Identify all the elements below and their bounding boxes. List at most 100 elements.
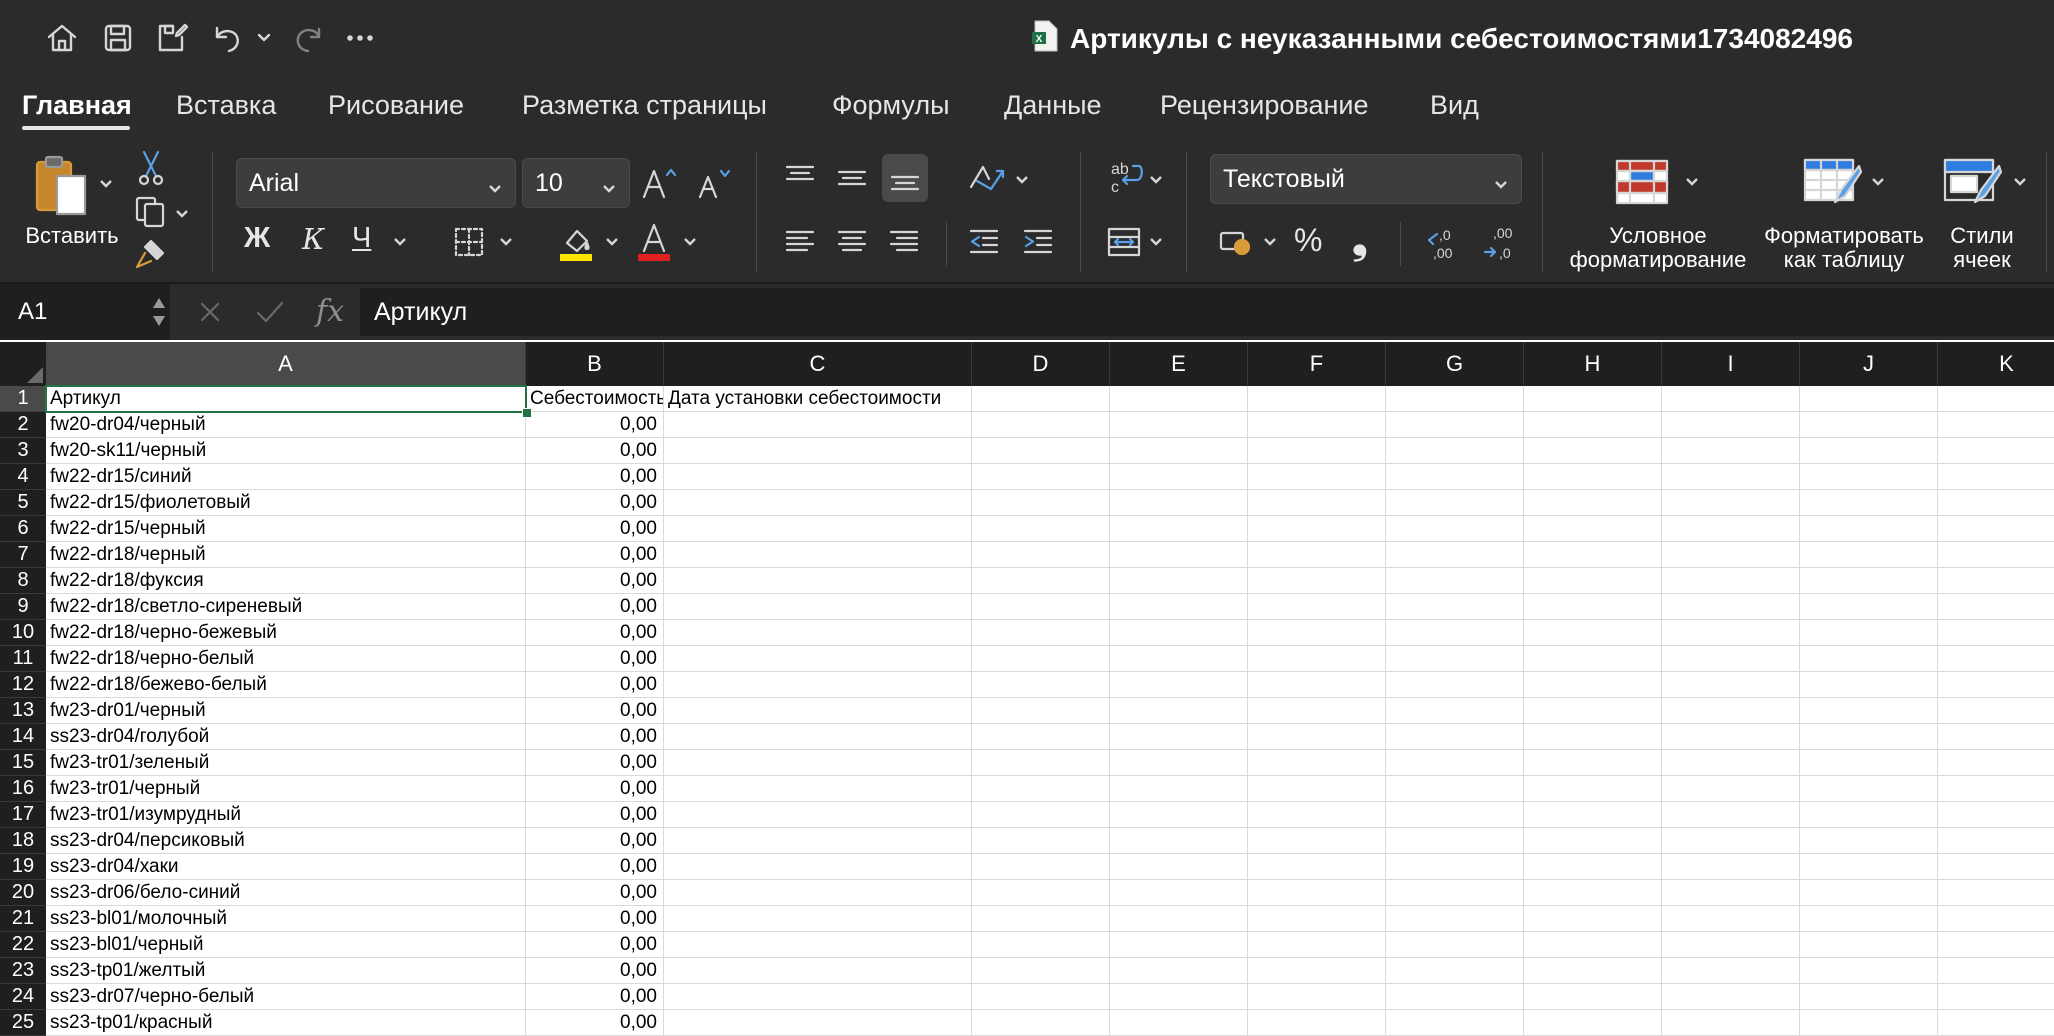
cell-i14[interactable]: [1662, 724, 1800, 750]
select-all-button[interactable]: [0, 342, 47, 386]
cell-k20[interactable]: [1938, 880, 2054, 906]
cell-h19[interactable]: [1524, 854, 1662, 880]
underline-button[interactable]: Ч: [352, 222, 371, 255]
cell-c6[interactable]: [664, 516, 972, 542]
font-size-select[interactable]: 10: [522, 158, 630, 208]
column-header-d[interactable]: D: [972, 342, 1110, 386]
number-format-select[interactable]: Текстовый: [1210, 154, 1522, 204]
cell-c2[interactable]: [664, 412, 972, 438]
cell-c10[interactable]: [664, 620, 972, 646]
cell-e3[interactable]: [1110, 438, 1248, 464]
cell-j6[interactable]: [1800, 516, 1938, 542]
cell-b8[interactable]: 0,00: [526, 568, 664, 594]
cell-g20[interactable]: [1386, 880, 1524, 906]
fill-color-icon[interactable]: [556, 220, 596, 264]
cell-e5[interactable]: [1110, 490, 1248, 516]
more-options-icon[interactable]: [340, 18, 380, 58]
cell-f10[interactable]: [1248, 620, 1386, 646]
cell-i3[interactable]: [1662, 438, 1800, 464]
cell-f19[interactable]: [1248, 854, 1386, 880]
increase-indent-icon[interactable]: [1018, 222, 1058, 262]
column-header-k[interactable]: K: [1938, 342, 2054, 386]
cell-h24[interactable]: [1524, 984, 1662, 1010]
undo-dropdown-chevron-icon[interactable]: [254, 18, 274, 58]
cell-f23[interactable]: [1248, 958, 1386, 984]
cell-i18[interactable]: [1662, 828, 1800, 854]
cell-d6[interactable]: [972, 516, 1110, 542]
undo-icon[interactable]: [206, 18, 246, 58]
font-color-icon[interactable]: [634, 220, 674, 264]
cell-a2[interactable]: fw20-dr04/черный: [46, 412, 526, 438]
row-header-22[interactable]: 22: [0, 932, 46, 958]
cell-b21[interactable]: 0,00: [526, 906, 664, 932]
cell-d4[interactable]: [972, 464, 1110, 490]
format-as-table-icon[interactable]: [1800, 156, 1864, 210]
cell-j4[interactable]: [1800, 464, 1938, 490]
cell-h8[interactable]: [1524, 568, 1662, 594]
cell-f18[interactable]: [1248, 828, 1386, 854]
cell-f15[interactable]: [1248, 750, 1386, 776]
cell-k4[interactable]: [1938, 464, 2054, 490]
column-header-b[interactable]: B: [526, 342, 664, 386]
cell-e20[interactable]: [1110, 880, 1248, 906]
cell-a10[interactable]: fw22-dr18/черно-бежевый: [46, 620, 526, 646]
cell-a9[interactable]: fw22-dr18/светло-сиреневый: [46, 594, 526, 620]
format-as-table-label[interactable]: Форматировать как таблицу: [1756, 224, 1932, 272]
cell-k14[interactable]: [1938, 724, 2054, 750]
cell-f24[interactable]: [1248, 984, 1386, 1010]
cell-b14[interactable]: 0,00: [526, 724, 664, 750]
cell-h11[interactable]: [1524, 646, 1662, 672]
cell-e14[interactable]: [1110, 724, 1248, 750]
cell-g14[interactable]: [1386, 724, 1524, 750]
cell-h15[interactable]: [1524, 750, 1662, 776]
cell-h13[interactable]: [1524, 698, 1662, 724]
cell-j14[interactable]: [1800, 724, 1938, 750]
align-center-icon[interactable]: [832, 222, 872, 262]
cell-k5[interactable]: [1938, 490, 2054, 516]
cell-g17[interactable]: [1386, 802, 1524, 828]
cell-c14[interactable]: [664, 724, 972, 750]
cell-c8[interactable]: [664, 568, 972, 594]
cell-d1[interactable]: [972, 386, 1110, 412]
percent-style-button[interactable]: %: [1294, 222, 1322, 259]
cell-e1[interactable]: [1110, 386, 1248, 412]
cell-j2[interactable]: [1800, 412, 1938, 438]
cell-k18[interactable]: [1938, 828, 2054, 854]
row-header-12[interactable]: 12: [0, 672, 46, 698]
cell-c13[interactable]: [664, 698, 972, 724]
conditional-formatting-chevron-icon[interactable]: [1684, 174, 1700, 190]
align-left-icon[interactable]: [780, 222, 820, 262]
text-orientation-dropdown-chevron-icon[interactable]: [1014, 172, 1030, 188]
cell-g8[interactable]: [1386, 568, 1524, 594]
cell-k9[interactable]: [1938, 594, 2054, 620]
paste-label[interactable]: Вставить: [18, 224, 126, 248]
cell-b7[interactable]: 0,00: [526, 542, 664, 568]
copy-icon[interactable]: [130, 192, 170, 230]
cell-a18[interactable]: ss23-dr04/персиковый: [46, 828, 526, 854]
borders-dropdown-chevron-icon[interactable]: [498, 234, 514, 250]
text-orientation-icon[interactable]: [964, 158, 1010, 198]
cell-c20[interactable]: [664, 880, 972, 906]
cell-g23[interactable]: [1386, 958, 1524, 984]
cell-j15[interactable]: [1800, 750, 1938, 776]
cell-i13[interactable]: [1662, 698, 1800, 724]
cell-d16[interactable]: [972, 776, 1110, 802]
cell-b2[interactable]: 0,00: [526, 412, 664, 438]
cell-c7[interactable]: [664, 542, 972, 568]
fill-color-dropdown-chevron-icon[interactable]: [604, 234, 620, 250]
cell-j18[interactable]: [1800, 828, 1938, 854]
align-top-icon[interactable]: [780, 158, 820, 198]
cell-h16[interactable]: [1524, 776, 1662, 802]
cell-b4[interactable]: 0,00: [526, 464, 664, 490]
cell-e23[interactable]: [1110, 958, 1248, 984]
cell-b19[interactable]: 0,00: [526, 854, 664, 880]
cell-c5[interactable]: [664, 490, 972, 516]
cell-k24[interactable]: [1938, 984, 2054, 1010]
cell-j22[interactable]: [1800, 932, 1938, 958]
align-right-icon[interactable]: [884, 222, 924, 262]
row-header-13[interactable]: 13: [0, 698, 46, 724]
cell-g16[interactable]: [1386, 776, 1524, 802]
cell-g12[interactable]: [1386, 672, 1524, 698]
cell-e25[interactable]: [1110, 1010, 1248, 1036]
wrap-text-dropdown-chevron-icon[interactable]: [1148, 172, 1164, 188]
